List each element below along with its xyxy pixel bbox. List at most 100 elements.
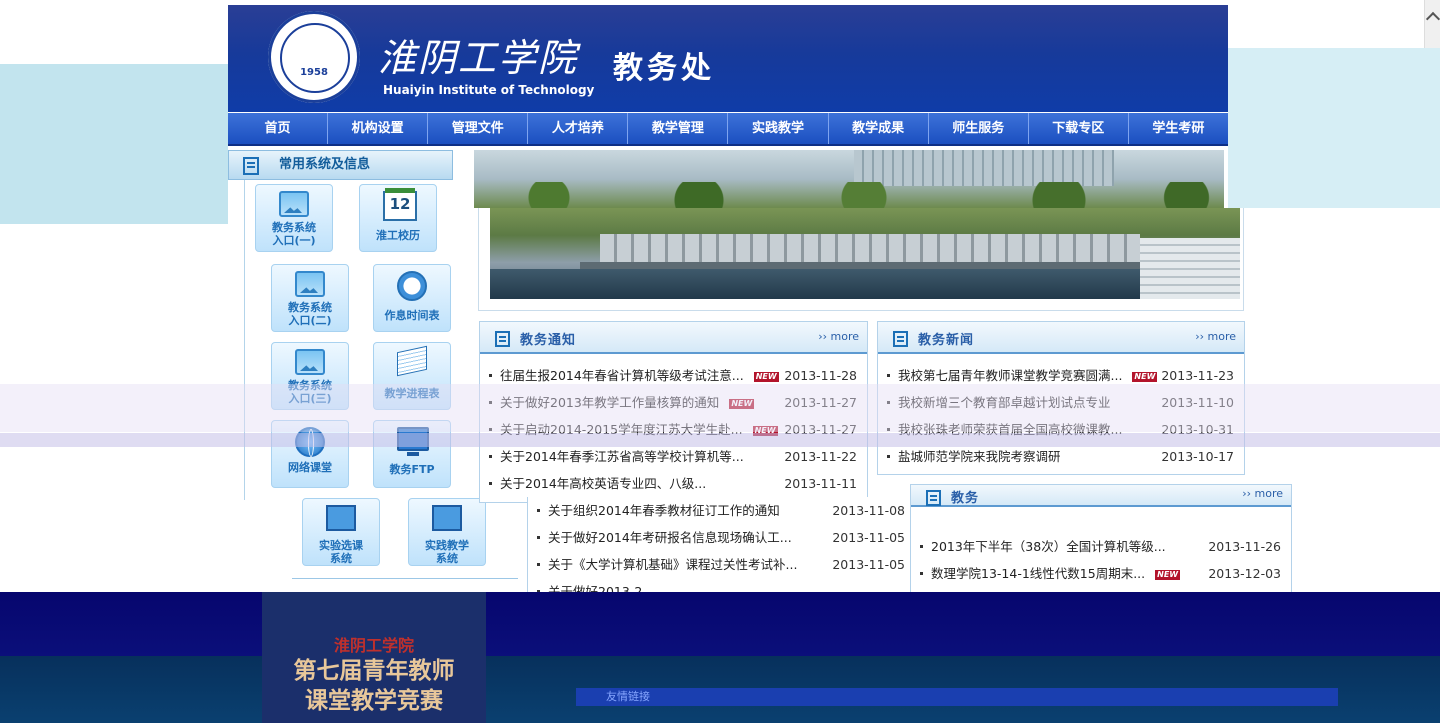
scroll-up-icon[interactable]: [1425, 11, 1440, 27]
bullet-icon: [489, 374, 492, 377]
tile-label-sub: 系统: [330, 552, 352, 565]
item-date: 2013-11-08: [832, 503, 905, 518]
clock-icon: [397, 271, 427, 301]
book-icon: [397, 345, 427, 377]
image-icon: [295, 271, 325, 297]
news-more-link[interactable]: ›› more: [1195, 330, 1236, 343]
list-item[interactable]: 2013年下半年（38次）全国计算机等级... 2013-11-26: [911, 533, 1291, 560]
item-title[interactable]: 关于2014年春季江苏省高等学校计算机等...: [500, 449, 744, 464]
item-title[interactable]: 2013年下半年（38次）全国计算机等级...: [931, 539, 1166, 554]
nav-practice-teaching[interactable]: 实践教学: [728, 113, 829, 144]
main-nav: 首页 机构设置 管理文件 人才培养 教学管理 实践教学 教学成果 师生服务 下载…: [228, 113, 1228, 146]
document-icon: [926, 490, 941, 506]
tile-label: 实验选课: [319, 539, 363, 552]
list-item[interactable]: 关于《大学计算机基础》课程过关性考试补... 2013-11-05: [528, 551, 915, 578]
tile-school-calendar[interactable]: 12 淮工校历: [359, 184, 437, 252]
tile-label: 教务FTP: [389, 463, 435, 476]
render-artifact: [0, 384, 1440, 432]
site-header: 1958 淮阴工学院 Huaiyin Institute of Technolo…: [228, 5, 1228, 112]
more-text: more: [830, 330, 860, 343]
list-item[interactable]: 数理学院13-14-1线性代数15周期末... NEW 2013-12-03: [911, 560, 1291, 587]
tile-lab-course-selection[interactable]: 实验选课 系统: [302, 498, 380, 566]
item-title[interactable]: 盐城师范学院来我院考察调研: [898, 449, 1061, 464]
new-badge-icon: NEW: [1132, 371, 1158, 382]
exam-list: 2013年下半年（38次）全国计算机等级... 2013-11-26 数理学院13-…: [911, 533, 1291, 587]
nav-teaching-management[interactable]: 教学管理: [628, 113, 729, 144]
calendar-icon: 12: [383, 188, 417, 221]
item-title[interactable]: 关于《大学计算机基础》课程过关性考试补...: [548, 557, 797, 572]
item-title[interactable]: 关于做好2014年考研报名信息现场确认工...: [548, 530, 792, 545]
item-title[interactable]: 数理学院13-14-1线性代数15周期末...: [931, 566, 1145, 581]
list-item[interactable]: 盐城师范学院来我院考察调研 2013-10-17: [878, 443, 1244, 470]
tile-label: 作息时间表: [384, 309, 440, 322]
bullet-icon: [537, 536, 540, 539]
nav-organization[interactable]: 机构设置: [328, 113, 429, 144]
list-item[interactable]: 关于2014年春季江苏省高等学校计算机等... 2013-11-22: [480, 443, 867, 470]
exam-panel: 教务 ›› more 2013年下半年（38次）全国计算机等级... 2013-1…: [910, 484, 1292, 594]
item-title[interactable]: 关于组织2014年春季教材征订工作的通知: [548, 503, 780, 518]
tile-academic-system-2[interactable]: 教务系统 入口(二): [271, 264, 349, 332]
tile-label: 教务系统: [288, 301, 332, 314]
school-seal-logo: 1958: [268, 11, 360, 103]
item-title[interactable]: 我校第七届青年教师课堂教学竞赛圆满...: [898, 368, 1122, 383]
bullet-icon: [537, 509, 540, 512]
list-item[interactable]: 关于组织2014年春季教材征订工作的通知 2013-11-08: [528, 497, 915, 524]
item-title[interactable]: 往届生报2014年春省计算机等级考试注意...: [500, 368, 744, 383]
tile-academic-system-1[interactable]: 教务系统 入口(一): [255, 184, 333, 252]
notices-more-link[interactable]: ›› more: [818, 330, 859, 343]
nav-services[interactable]: 师生服务: [929, 113, 1029, 144]
seal-year: 1958: [300, 67, 328, 78]
tile-practice-system[interactable]: 实践教学 系统: [408, 498, 486, 566]
bullet-icon: [489, 482, 492, 485]
nav-postgraduate[interactable]: 学生考研: [1129, 113, 1228, 144]
list-item[interactable]: 关于2014年高校英语专业四、八级... 2013-11-11: [480, 470, 867, 497]
exam-more-link[interactable]: ›› more: [1242, 487, 1283, 500]
new-badge-icon: NEW: [753, 371, 779, 382]
tile-label-sub: 入口(一): [272, 234, 316, 247]
tile-label: 教务系统: [272, 221, 316, 234]
nav-downloads[interactable]: 下载专区: [1029, 113, 1129, 144]
bullet-icon: [887, 455, 890, 458]
bullet-icon: [887, 374, 890, 377]
links-bar: 友情链接: [576, 688, 1338, 706]
building-shape: [854, 150, 1114, 186]
scrollbar[interactable]: [1424, 0, 1440, 48]
contest-banner[interactable]: 淮阴工学院 第七届青年教师 课堂教学竞赛: [262, 592, 486, 723]
item-date: 2013-12-03: [1208, 566, 1281, 581]
nav-documents[interactable]: 管理文件: [428, 113, 529, 144]
trees-shape: [474, 182, 1224, 208]
contest-line-2: 课堂教学竞赛: [305, 687, 443, 714]
bullet-icon: [489, 455, 492, 458]
common-systems-title-text: 常用系统及信息: [279, 157, 371, 172]
contest-line-1: 第七届青年教师: [293, 657, 455, 684]
nav-talent-training[interactable]: 人才培养: [528, 113, 629, 144]
contest-school: 淮阴工学院: [333, 636, 414, 655]
notices-header: 教务通知 ›› more: [480, 322, 867, 354]
render-artifact: [0, 433, 1440, 447]
tile-label-sub: 系统: [436, 552, 458, 565]
screen-icon: [326, 505, 356, 531]
bullet-icon: [920, 545, 923, 548]
item-date: 2013-11-05: [832, 530, 905, 545]
new-badge-icon: NEW: [1155, 569, 1181, 580]
item-title[interactable]: 关于2014年高校英语专业四、八级...: [500, 476, 706, 491]
tile-schedule[interactable]: 作息时间表: [373, 264, 451, 332]
nav-home[interactable]: 首页: [228, 113, 329, 144]
contest-title: 第七届青年教师 课堂教学竞赛: [262, 656, 486, 716]
item-date: 2013-11-26: [1208, 539, 1281, 554]
department-title: 教务处: [613, 51, 715, 86]
exam-title: 教务: [951, 491, 980, 506]
nav-teaching-results[interactable]: 教学成果: [829, 113, 929, 144]
system-tiles: 教务系统 入口(一) 12 淮工校历 教务系统 入口(二) 作息时间表 教务系统 入口…: [244, 180, 471, 500]
campus-banner-top: [474, 150, 1224, 208]
item-date: 2013-10-17: [1161, 449, 1234, 464]
screen-icon: [432, 505, 462, 531]
background-band: [0, 592, 1440, 656]
common-systems-title: 常用系统及信息: [228, 150, 453, 180]
news-header: 教务新闻 ›› more: [878, 322, 1244, 354]
list-item[interactable]: 关于做好2014年考研报名信息现场确认工... 2013-11-05: [528, 524, 915, 551]
image-icon: [279, 191, 309, 217]
common-systems-panel: 常用系统及信息 教务系统 入口(一) 12 淮工校历 教务系统 入口(二) 作息时间…: [228, 150, 471, 500]
document-icon: [243, 157, 259, 175]
more-text: more: [1254, 487, 1284, 500]
